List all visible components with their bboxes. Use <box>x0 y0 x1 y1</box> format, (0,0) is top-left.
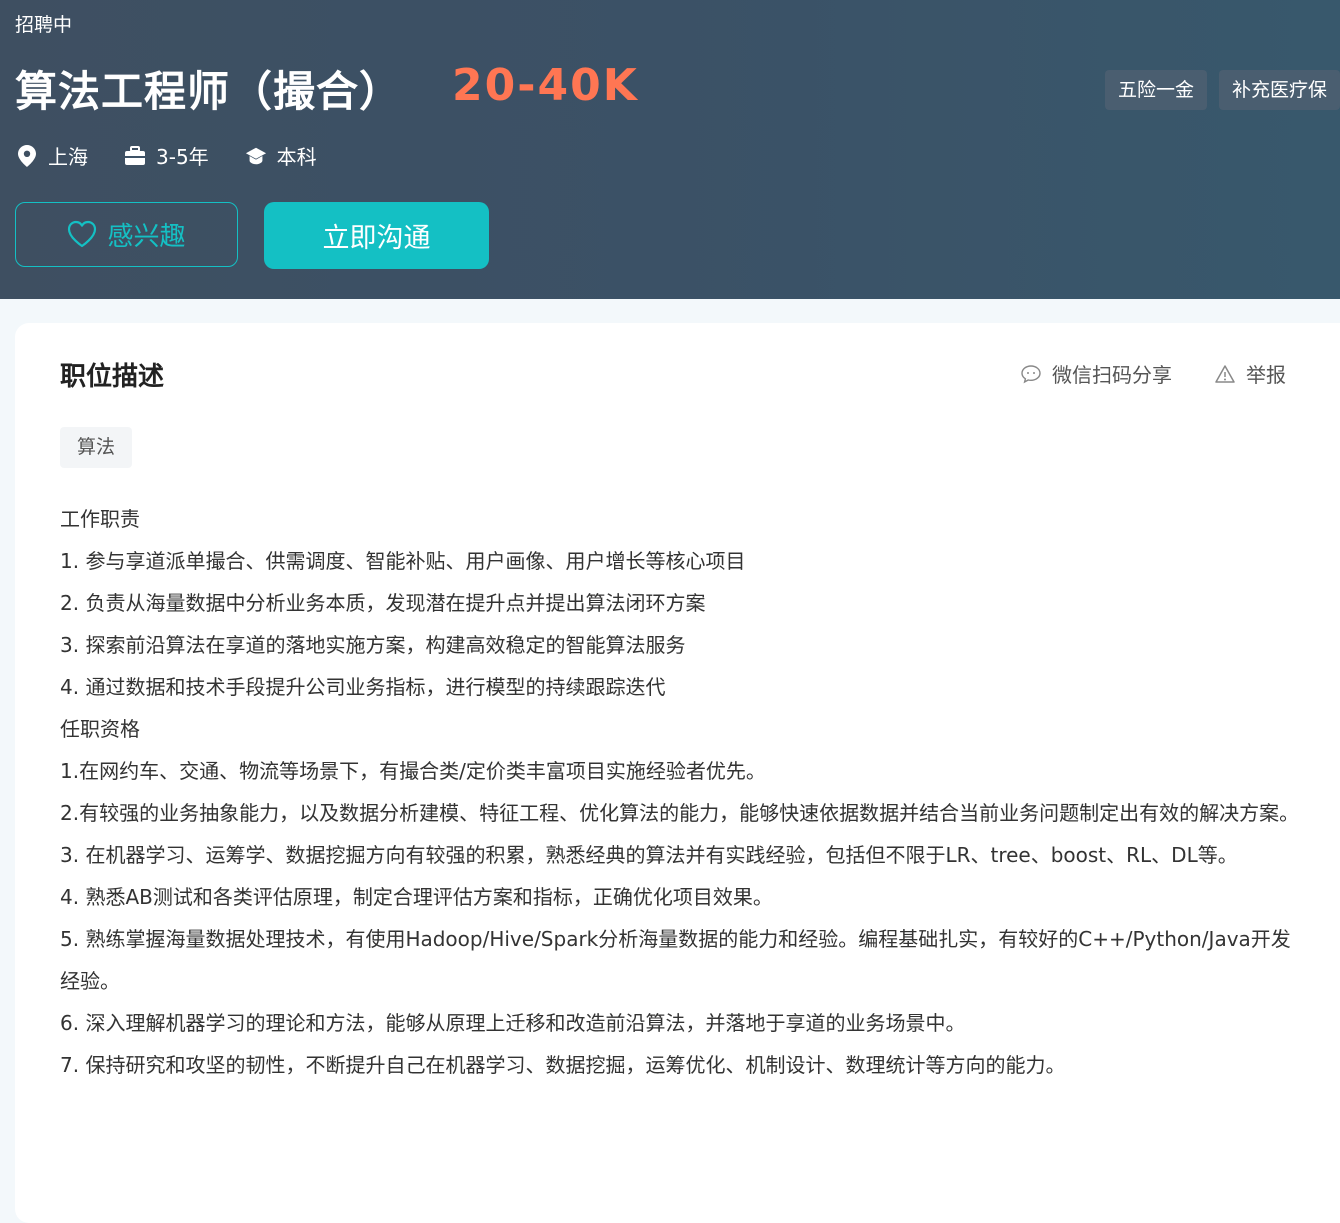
description-line: 1. 参与享道派单撮合、供需调度、智能补贴、用户画像、用户增长等核心项目 <box>60 549 746 573</box>
wechat-share-label: 微信扫码分享 <box>1052 363 1172 387</box>
skill-tag: 算法 <box>60 427 133 468</box>
description-line: 1.在网约车、交通、物流等场景下，有撮合类/定价类丰富项目实施经验者优先。 <box>60 759 766 783</box>
interest-label: 感兴趣 <box>107 222 186 252</box>
job-title: 算法工程师（撮合） <box>15 67 403 116</box>
description-line: 6. 深入理解机器学习的理论和方法，能够从原理上迁移和改造前沿算法，并落地于享道… <box>60 1011 966 1035</box>
meta-experience: 3-5年 <box>124 141 209 170</box>
description-line: 3. 在机器学习、运筹学、数据挖掘方向有较强的积累，熟悉经典的算法并有实践经验，… <box>60 843 1238 867</box>
wechat-icon <box>1020 363 1042 385</box>
benefit-tag: 补充医疗保 <box>1219 70 1340 110</box>
interest-button[interactable]: 感兴趣 <box>15 202 238 267</box>
description-line: 4. 熟悉AB测试和各类评估原理，制定合理评估方案和指标，正确优化项目效果。 <box>60 885 773 909</box>
job-header: 招聘中 算法工程师（撮合） 20-40K 五险一金 补充医疗保 上海 3-5年 … <box>0 0 1340 299</box>
job-meta: 上海 3-5年 本科 <box>16 141 353 170</box>
description-line: 5. 熟练掌握海量数据处理技术，有使用Hadoop/Hive/Spark分析海量… <box>60 927 1291 993</box>
location-text: 上海 <box>48 145 88 169</box>
card-actions: 微信扫码分享 举报 <box>1020 359 1286 388</box>
education-text: 本科 <box>276 145 317 169</box>
location-icon <box>16 144 38 167</box>
report-label: 举报 <box>1246 363 1286 387</box>
description-line: 2. 负责从海量数据中分析业务本质，发现潜在提升点并提出算法闭环方案 <box>60 591 706 615</box>
description-line: 3. 探索前沿算法在享道的落地实施方案，构建高效稳定的智能算法服务 <box>60 633 686 657</box>
job-description-card: 职位描述 微信扫码分享 举报 算法 工作职责 1. 参与享道派单撮合、供需调度、… <box>15 323 1340 1223</box>
meta-location: 上海 <box>16 141 88 170</box>
report-button[interactable]: 举报 <box>1214 359 1286 388</box>
briefcase-icon <box>124 145 146 167</box>
wechat-share-button[interactable]: 微信扫码分享 <box>1020 359 1172 388</box>
job-description-text: 工作职责 1. 参与享道派单撮合、供需调度、智能补贴、用户画像、用户增长等核心项… <box>60 498 1305 1086</box>
heart-icon <box>67 220 97 250</box>
meta-education: 本科 <box>245 141 317 170</box>
section-title: 职位描述 <box>60 362 165 392</box>
description-line: 2.有较强的业务抽象能力，以及数据分析建模、特征工程、优化算法的能力，能够快速依… <box>60 801 1300 825</box>
salary: 20-40K <box>452 60 639 111</box>
graduation-cap-icon <box>245 145 267 167</box>
benefit-tag: 五险一金 <box>1105 70 1208 110</box>
recruiting-status: 招聘中 <box>15 14 73 36</box>
description-line: 任职资格 <box>60 717 140 741</box>
experience-text: 3-5年 <box>156 145 209 169</box>
chat-now-button[interactable]: 立即沟通 <box>264 202 489 269</box>
description-line: 工作职责 <box>60 507 140 531</box>
description-line: 7. 保持研究和攻坚的韧性，不断提升自己在机器学习、数据挖掘，运筹优化、机制设计… <box>60 1053 1066 1077</box>
description-line: 4. 通过数据和技术手段提升公司业务指标，进行模型的持续跟踪迭代 <box>60 675 666 699</box>
benefit-tags: 五险一金 补充医疗保 <box>1105 70 1340 110</box>
warning-icon <box>1214 363 1236 385</box>
